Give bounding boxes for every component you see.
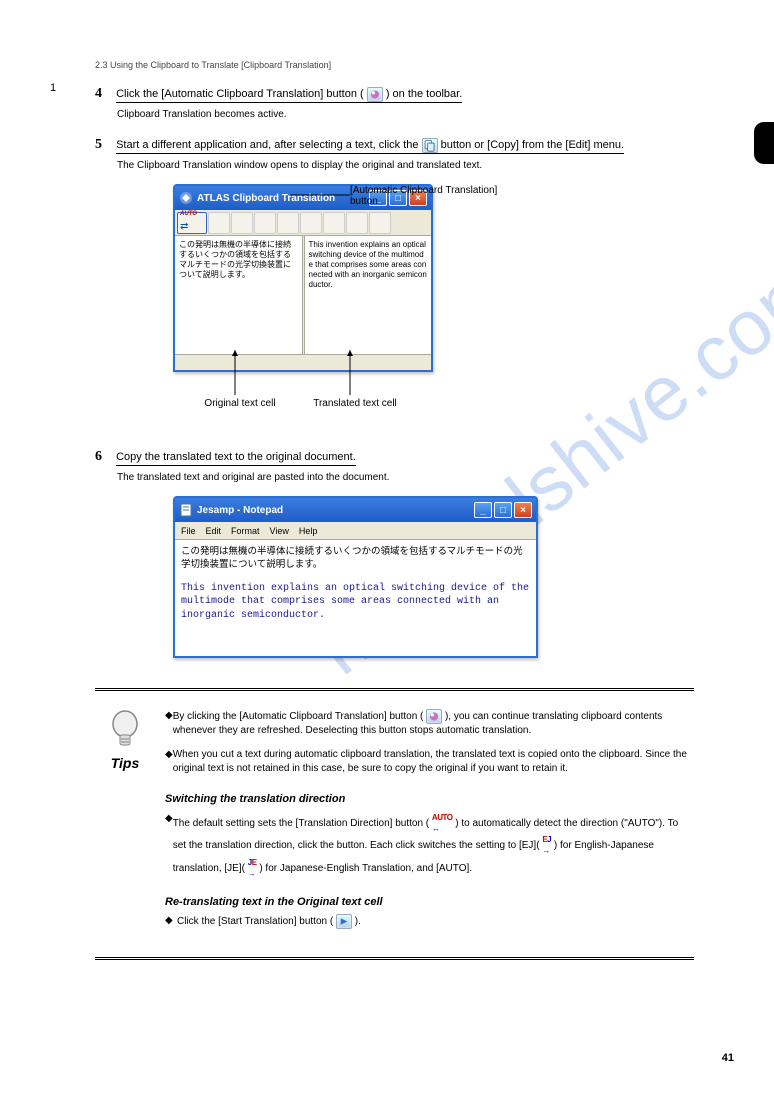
step-4: 4 Click the [Automatic Clipboard Transla… [95, 84, 694, 121]
notepad-text-area[interactable]: この発明は無機の半導体に接続するいくつかの領域を包括するマルチモードの光学切換装… [175, 540, 536, 656]
step-6: 6 Copy the translated text to the origin… [95, 447, 694, 484]
step4-text-b: ) on the toolbar. [386, 88, 462, 100]
menu-format[interactable]: Format [231, 526, 260, 536]
tips-section: Tips ◆ By clicking the [Automatic Clipbo… [95, 709, 694, 939]
step5-body: The Clipboard Translation window opens t… [117, 159, 694, 173]
window-title: Jesamp - Notepad [197, 505, 470, 516]
horizontal-rule [95, 957, 694, 960]
arrow-diagram [120, 345, 380, 405]
tip-2: When you cut a text during automatic cli… [173, 748, 694, 776]
page-number: 41 [722, 1052, 734, 1064]
atlas-clipboard-window: ATLAS Clipboard Translation _ □ × AUTO⇄ … [173, 184, 433, 372]
tips-label: Tips [95, 755, 155, 771]
step-num-5: 5 [95, 135, 113, 155]
step-5: 5 Start a different application and, aft… [95, 135, 694, 172]
toolbar-button[interactable] [277, 212, 299, 234]
maximize-button[interactable]: □ [494, 502, 512, 518]
ej-icon: EJ→ [542, 834, 551, 856]
step4-text-a: Click the [Automatic Clipboard Translati… [116, 88, 364, 100]
menu-help[interactable]: Help [299, 526, 318, 536]
step4-body: Clipboard Translation becomes active. [117, 108, 694, 122]
bullet-icon: ◆ [165, 914, 177, 935]
auto-clipboard-translate-button[interactable]: AUTO⇄ [177, 212, 207, 234]
step5-text-a: Start a different application and, after… [116, 139, 418, 151]
clipboard-auto-icon [367, 87, 383, 102]
toolbar: AUTO⇄ [175, 210, 431, 236]
toolbar-button[interactable] [231, 212, 253, 234]
callout-line [290, 190, 350, 200]
tips-heading-retranslate: Re-translating text in the Original text… [165, 895, 694, 910]
bullet-icon: ◆ [165, 748, 173, 782]
toolbar-button[interactable] [323, 212, 345, 234]
copy-icon [422, 138, 438, 153]
step6-body: The translated text and original are pas… [117, 471, 694, 485]
menu-file[interactable]: File [181, 526, 196, 536]
lightbulb-icon [108, 709, 142, 753]
je-icon: JE→ [248, 857, 257, 879]
auto-direction-icon: AUTO↔ [432, 812, 453, 834]
titlebar: Jesamp - Notepad _ □ × [175, 498, 536, 522]
callout-auto-button: [Automatic Clipboard Translation] button [350, 185, 510, 207]
app-icon [179, 191, 193, 205]
toolbar-button[interactable] [254, 212, 276, 234]
tips-heading-direction: Switching the translation direction [165, 792, 694, 807]
translation-direction-button[interactable] [208, 212, 230, 234]
label-translated-cell: Translated text cell [305, 398, 405, 409]
bullet-icon: ◆ [165, 709, 173, 744]
notepad-window: Jesamp - Notepad _ □ × File Edit Format … [173, 496, 538, 658]
tip-dir-d: ) for Japanese-English Translation, and … [259, 862, 472, 873]
tip-dir-a: The default setting sets the [Translatio… [173, 818, 429, 829]
close-button[interactable]: × [514, 502, 532, 518]
minimize-button[interactable]: _ [474, 502, 492, 518]
notepad-en-text: This invention explains an optical switc… [181, 582, 530, 623]
menu-edit[interactable]: Edit [206, 526, 222, 536]
menu-view[interactable]: View [270, 526, 289, 536]
translated-text-pane[interactable]: This invention explains an optical switc… [305, 236, 432, 354]
tip-retrans-b: ). [355, 916, 361, 927]
toolbar-button[interactable] [300, 212, 322, 234]
horizontal-rule [95, 688, 694, 691]
original-text-pane[interactable]: この発明は無機の半導体に接続するいくつかの領域を包括するマルチモードの光学切換装… [175, 236, 302, 354]
toolbar-button[interactable] [346, 212, 368, 234]
menubar: File Edit Format View Help [175, 522, 536, 540]
clipboard-auto-icon [426, 709, 442, 724]
start-translation-icon [336, 914, 352, 929]
step-num-4: 4 [95, 84, 113, 104]
notepad-icon [179, 503, 193, 517]
notepad-jp-text: この発明は無機の半導体に接続するいくつかの領域を包括するマルチモードの光学切換装… [181, 546, 530, 572]
tip-retrans-a: Click the [Start Translation] button ( [177, 916, 333, 927]
toolbar-button[interactable] [369, 212, 391, 234]
tip-1a: By clicking the [Automatic Clipboard Tra… [173, 711, 424, 722]
label-original-cell: Original text cell [195, 398, 285, 409]
step5-text-b: button or [Copy] from the [Edit] menu. [441, 139, 624, 151]
step-num-6: 6 [95, 447, 113, 467]
bullet-icon: ◆ [165, 812, 173, 885]
breadcrumb: 2.3 Using the Clipboard to Translate [Cl… [95, 60, 694, 70]
step6-text: Copy the translated text to the original… [116, 451, 356, 466]
